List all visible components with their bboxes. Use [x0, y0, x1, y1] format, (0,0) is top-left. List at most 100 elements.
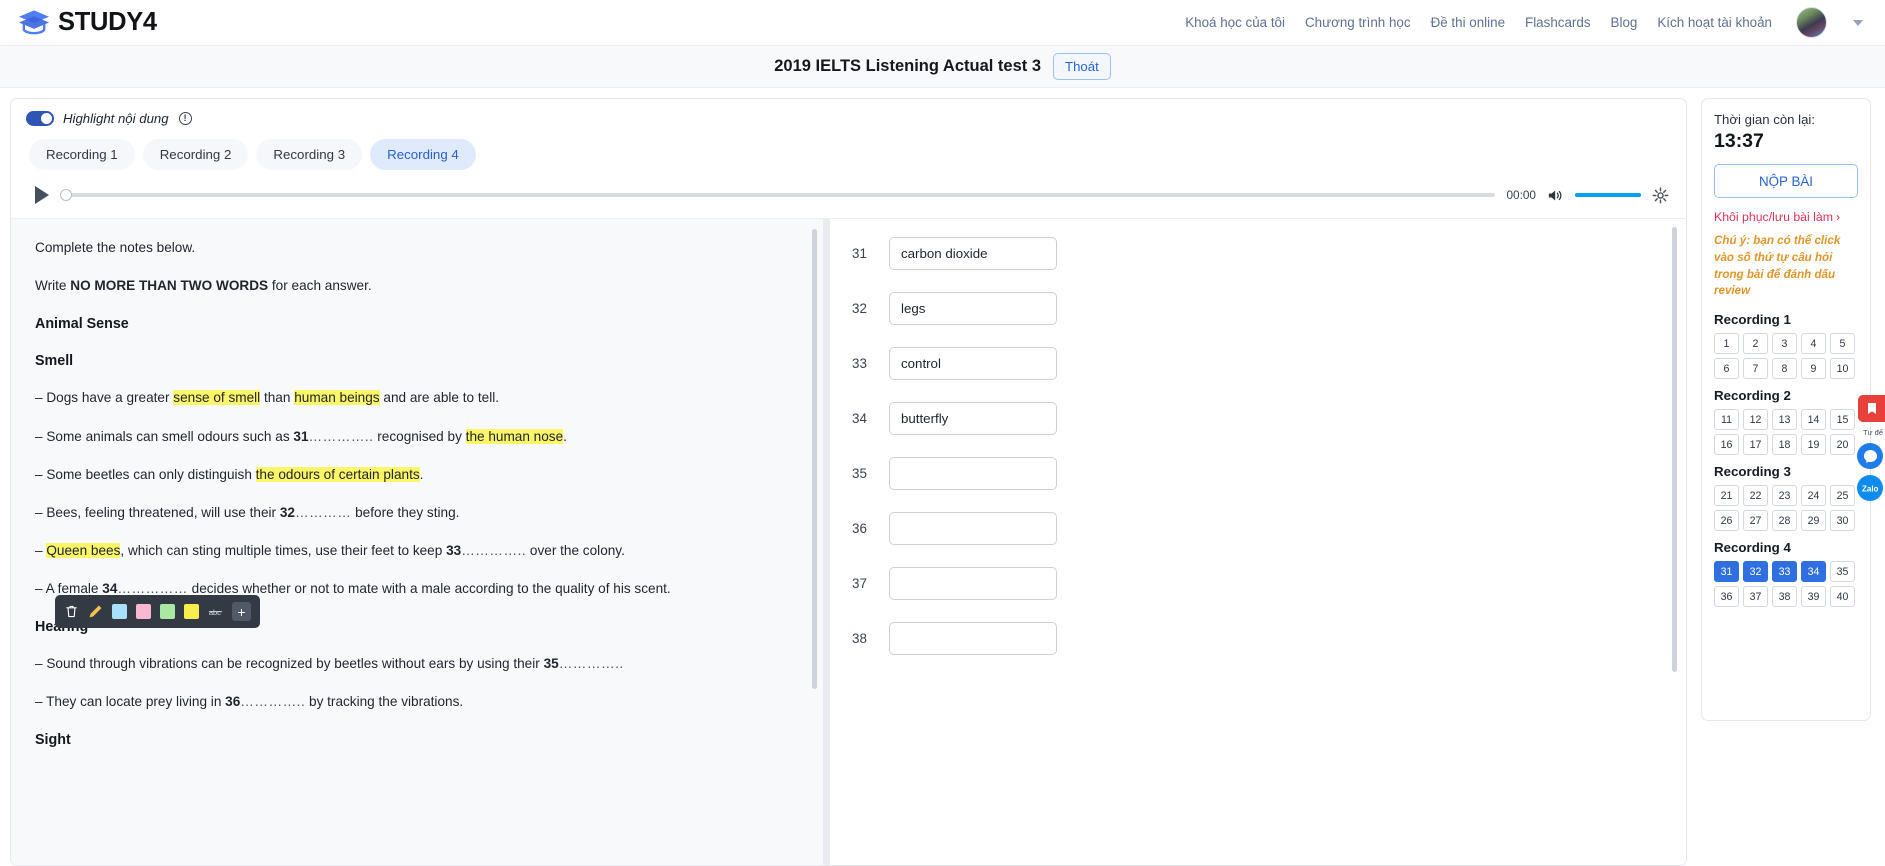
- strikethrough-abc-icon[interactable]: abc: [208, 604, 223, 619]
- nav-link-my-courses[interactable]: Khoá học của tôi: [1185, 15, 1285, 30]
- question-ref-35[interactable]: 35: [544, 656, 559, 671]
- question-box-20[interactable]: 20: [1830, 434, 1855, 456]
- tab-recording-3[interactable]: Recording 3: [256, 139, 363, 170]
- answer-input-31[interactable]: [889, 237, 1057, 270]
- question-box-2[interactable]: 2: [1743, 333, 1768, 355]
- question-box-17[interactable]: 17: [1743, 434, 1768, 456]
- question-box-28[interactable]: 28: [1772, 510, 1797, 532]
- answer-input-34[interactable]: [889, 402, 1057, 435]
- answer-input-38[interactable]: [889, 622, 1057, 655]
- question-box-4[interactable]: 4: [1801, 333, 1826, 355]
- question-ref-31[interactable]: 31: [293, 429, 308, 444]
- answer-input-35[interactable]: [889, 457, 1057, 490]
- play-button-icon[interactable]: [35, 186, 49, 204]
- seek-handle[interactable]: [60, 189, 72, 201]
- question-box-35[interactable]: 35: [1830, 561, 1855, 583]
- nav-link-blog[interactable]: Blog: [1611, 15, 1638, 30]
- nav-link-flashcards[interactable]: Flashcards: [1525, 15, 1591, 30]
- question-box-27[interactable]: 27: [1743, 510, 1768, 532]
- answers-scrollbar[interactable]: [1672, 227, 1677, 672]
- answer-input-36[interactable]: [889, 512, 1057, 545]
- question-box-37[interactable]: 37: [1743, 586, 1768, 608]
- question-box-19[interactable]: 19: [1801, 434, 1826, 456]
- passage-scrollbar[interactable]: [812, 229, 817, 689]
- question-box-1[interactable]: 1: [1714, 333, 1739, 355]
- question-box-32[interactable]: 32: [1743, 561, 1768, 583]
- chevron-down-icon[interactable]: [1853, 19, 1863, 26]
- highlight-the-human-nose: the human nose: [465, 428, 564, 444]
- question-ref-33[interactable]: 33: [446, 543, 461, 558]
- question-box-25[interactable]: 25: [1830, 485, 1855, 507]
- answer-row: 32: [852, 292, 1686, 325]
- pen-icon[interactable]: [88, 604, 103, 619]
- highlight-color-blue[interactable]: [112, 604, 127, 619]
- seek-slider[interactable]: [60, 188, 1496, 202]
- qgrid-recording-1: 1 2 3 4 5 6 7 8 9 10: [1714, 333, 1858, 380]
- question-box-8[interactable]: 8: [1772, 358, 1797, 380]
- user-avatar[interactable]: [1796, 7, 1827, 38]
- question-box-26[interactable]: 26: [1714, 510, 1739, 532]
- question-box-30[interactable]: 30: [1830, 510, 1855, 532]
- add-highlight-button[interactable]: +: [232, 602, 251, 621]
- answer-input-37[interactable]: [889, 567, 1057, 600]
- zalo-icon[interactable]: Zalo: [1857, 475, 1883, 501]
- nav-link-curriculum[interactable]: Chương trình học: [1305, 15, 1411, 30]
- t: and are able to tell.: [379, 390, 500, 406]
- highlight-toggle-switch[interactable]: [26, 111, 54, 126]
- question-ref-36[interactable]: 36: [225, 694, 240, 709]
- gear-icon[interactable]: [1652, 187, 1669, 204]
- panel-resize-handle[interactable]: [823, 219, 830, 865]
- question-box-34[interactable]: 34: [1801, 561, 1826, 583]
- question-box-18[interactable]: 18: [1772, 434, 1797, 456]
- question-box-24[interactable]: 24: [1801, 485, 1826, 507]
- question-box-6[interactable]: 6: [1714, 358, 1739, 380]
- nav-link-online-tests[interactable]: Đề thi online: [1431, 15, 1505, 30]
- exit-button[interactable]: Thoát: [1053, 53, 1111, 80]
- tab-recording-4[interactable]: Recording 4: [370, 139, 476, 170]
- question-box-22[interactable]: 22: [1743, 485, 1768, 507]
- bookmark-icon[interactable]: [1858, 395, 1885, 422]
- nav-link-activate-account[interactable]: Kích hoạt tài khoản: [1657, 15, 1772, 30]
- question-box-36[interactable]: 36: [1714, 586, 1739, 608]
- time-remaining-value: 13:37: [1714, 130, 1764, 152]
- t: ……………: [117, 580, 188, 596]
- question-box-21[interactable]: 21: [1714, 485, 1739, 507]
- highlight-color-pink[interactable]: [136, 604, 151, 619]
- answer-number-31: 31: [852, 246, 867, 261]
- tab-recording-1[interactable]: Recording 1: [29, 139, 135, 170]
- restore-save-link[interactable]: Khôi phục/lưu bài làm ›: [1714, 210, 1858, 224]
- question-box-9[interactable]: 9: [1801, 358, 1826, 380]
- question-box-13[interactable]: 13: [1772, 409, 1797, 431]
- question-box-23[interactable]: 23: [1772, 485, 1797, 507]
- submit-button[interactable]: NỘP BÀI: [1714, 164, 1858, 198]
- question-ref-34[interactable]: 34: [102, 581, 117, 596]
- question-box-33[interactable]: 33: [1772, 561, 1797, 583]
- volume-icon[interactable]: [1547, 188, 1564, 203]
- question-box-39[interactable]: 39: [1801, 586, 1826, 608]
- question-box-31[interactable]: 31: [1714, 561, 1739, 583]
- answer-input-33[interactable]: [889, 347, 1057, 380]
- question-box-11[interactable]: 11: [1714, 409, 1739, 431]
- question-box-40[interactable]: 40: [1830, 586, 1855, 608]
- question-box-5[interactable]: 5: [1830, 333, 1855, 355]
- answer-input-32[interactable]: [889, 292, 1057, 325]
- question-box-15[interactable]: 15: [1830, 409, 1855, 431]
- trash-icon[interactable]: [64, 604, 79, 619]
- question-ref-32[interactable]: 32: [280, 505, 295, 520]
- t: than: [260, 390, 295, 406]
- question-box-16[interactable]: 16: [1714, 434, 1739, 456]
- highlight-color-yellow[interactable]: [184, 604, 199, 619]
- question-box-3[interactable]: 3: [1772, 333, 1797, 355]
- question-box-29[interactable]: 29: [1801, 510, 1826, 532]
- brand-logo[interactable]: STUDY4: [18, 8, 157, 38]
- messenger-icon[interactable]: [1857, 443, 1883, 469]
- question-box-10[interactable]: 10: [1830, 358, 1855, 380]
- question-box-7[interactable]: 7: [1743, 358, 1768, 380]
- question-box-12[interactable]: 12: [1743, 409, 1768, 431]
- question-box-38[interactable]: 38: [1772, 586, 1797, 608]
- highlight-color-green[interactable]: [160, 604, 175, 619]
- info-icon[interactable]: !: [178, 112, 192, 125]
- volume-slider[interactable]: [1575, 193, 1641, 197]
- tab-recording-2[interactable]: Recording 2: [142, 139, 249, 170]
- question-box-14[interactable]: 14: [1801, 409, 1826, 431]
